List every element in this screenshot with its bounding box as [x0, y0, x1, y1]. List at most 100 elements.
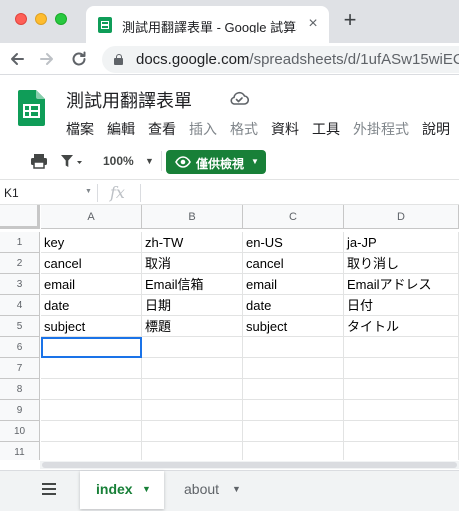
menu-addons[interactable]: 外掛程式 [353, 119, 409, 139]
cell-b9[interactable] [142, 400, 243, 421]
cell-c10[interactable] [243, 421, 344, 442]
column-header-c[interactable]: C [243, 205, 344, 229]
cell-b1[interactable]: zh-TW [142, 232, 243, 253]
cell-b5[interactable]: 標題 [142, 316, 243, 337]
tab-close-icon[interactable]: × [304, 15, 322, 33]
sheet-tab-about[interactable]: about ▼ [168, 471, 258, 509]
window-maximize-button[interactable] [55, 13, 67, 25]
cell-c1[interactable]: en-US [243, 232, 344, 253]
cell-b11[interactable] [142, 442, 243, 460]
menu-view[interactable]: 查看 [148, 119, 176, 139]
cell-b6[interactable] [142, 337, 243, 358]
back-arrow-icon[interactable] [6, 48, 28, 70]
browser-tab-active[interactable]: 測試用翻譯表單 - Google 試算表 × [86, 6, 329, 43]
chevron-down-icon[interactable]: ▼ [142, 471, 151, 507]
spreadsheet-grid[interactable]: A B C D 1 key zh-TW en-US ja-JP 2 cancel 取消 cancel 取り… [0, 205, 459, 460]
cell-d4[interactable]: 日付 [344, 295, 459, 316]
menu-data[interactable]: 資料 [271, 119, 299, 139]
cell-c4[interactable]: date [243, 295, 344, 316]
cell-c6[interactable] [243, 337, 344, 358]
sheets-logo-icon[interactable] [18, 90, 45, 126]
row-header-11[interactable]: 11 [0, 442, 40, 460]
row-header-1[interactable]: 1 [0, 232, 40, 253]
horizontal-scrollbar[interactable] [40, 461, 459, 469]
cell-c9[interactable] [243, 400, 344, 421]
menu-file[interactable]: 檔案 [66, 119, 94, 139]
row-header-7[interactable]: 7 [0, 358, 40, 379]
cell-c5[interactable]: subject [243, 316, 344, 337]
cell-d8[interactable] [344, 379, 459, 400]
cell-b7[interactable] [142, 358, 243, 379]
address-bar[interactable]: docs.google.com/spreadsheets/d/1ufASw15w… [102, 46, 459, 73]
zoom-caret-icon[interactable]: ▼ [145, 152, 154, 170]
all-sheets-menu-icon[interactable] [42, 483, 56, 497]
cell-c11[interactable] [243, 442, 344, 460]
cell-c2[interactable]: cancel [243, 253, 344, 274]
row-header-4[interactable]: 4 [0, 295, 40, 316]
select-all-corner[interactable] [0, 205, 40, 229]
new-tab-button[interactable]: + [340, 9, 360, 31]
cell-a11[interactable] [41, 442, 142, 460]
cell-a8[interactable] [41, 379, 142, 400]
view-only-button[interactable]: 僅供檢視 ▼ [166, 150, 266, 174]
row-header-10[interactable]: 10 [0, 421, 40, 442]
filter-icon[interactable] [59, 152, 83, 170]
cell-d7[interactable] [344, 358, 459, 379]
cell-a7[interactable] [41, 358, 142, 379]
cell-b4[interactable]: 日期 [142, 295, 243, 316]
cell-a1[interactable]: key [41, 232, 142, 253]
cell-d3[interactable]: Emailアドレス [344, 274, 459, 295]
row-header-5[interactable]: 5 [0, 316, 40, 337]
row-header-8[interactable]: 8 [0, 379, 40, 400]
cell-a6[interactable] [41, 337, 142, 358]
menu-help[interactable]: 說明 [422, 119, 450, 139]
menu-format[interactable]: 格式 [230, 119, 258, 139]
menu-edit[interactable]: 編輯 [107, 119, 135, 139]
reload-icon[interactable] [68, 48, 90, 70]
cloud-status-icon[interactable] [229, 91, 250, 105]
row-header-2[interactable]: 2 [0, 253, 40, 274]
document-title[interactable]: 測試用翻譯表單 [66, 87, 192, 113]
name-box[interactable]: K1 [4, 186, 19, 200]
cell-d11[interactable] [344, 442, 459, 460]
name-box-caret-icon[interactable]: ▼ [85, 188, 92, 195]
cell-a2[interactable]: cancel [41, 253, 142, 274]
cell-a4[interactable]: date [41, 295, 142, 316]
window-minimize-button[interactable] [35, 13, 47, 25]
cell-b10[interactable] [142, 421, 243, 442]
cell-d2[interactable]: 取り消し [344, 253, 459, 274]
browser-tab-strip: 測試用翻譯表單 - Google 試算表 × + [0, 0, 459, 43]
forward-arrow-icon[interactable] [36, 48, 58, 70]
row-header-3[interactable]: 3 [0, 274, 40, 295]
cell-b8[interactable] [142, 379, 243, 400]
cell-a9[interactable] [41, 400, 142, 421]
column-header-d[interactable]: D [344, 205, 459, 229]
row-header-9[interactable]: 9 [0, 400, 40, 421]
zoom-select[interactable]: 100% [103, 152, 134, 170]
sheet-tab-index[interactable]: index ▼ [80, 471, 164, 509]
cell-d10[interactable] [344, 421, 459, 442]
cell-d5[interactable]: タイトル [344, 316, 459, 337]
cell-d1[interactable]: ja-JP [344, 232, 459, 253]
chevron-down-icon[interactable]: ▼ [232, 471, 241, 507]
column-header-a[interactable]: A [41, 205, 142, 229]
cell-b3[interactable]: Email信箱 [142, 274, 243, 295]
window-close-button[interactable] [15, 13, 27, 25]
scrollbar-thumb[interactable] [42, 462, 457, 468]
menu-tools[interactable]: 工具 [312, 119, 340, 139]
row-header-6[interactable]: 6 [0, 337, 40, 358]
lock-icon[interactable] [114, 54, 123, 65]
cell-c8[interactable] [243, 379, 344, 400]
cell-d9[interactable] [344, 400, 459, 421]
cell-a5[interactable]: subject [41, 316, 142, 337]
print-icon[interactable] [30, 152, 48, 170]
column-header-b[interactable]: B [142, 205, 243, 229]
cell-c3[interactable]: email [243, 274, 344, 295]
menu-insert[interactable]: 插入 [189, 119, 217, 139]
cell-a10[interactable] [41, 421, 142, 442]
cell-b2[interactable]: 取消 [142, 253, 243, 274]
cell-c7[interactable] [243, 358, 344, 379]
url-text: docs.google.com/spreadsheets/d/1ufASw15w… [136, 51, 459, 68]
cell-d6[interactable] [344, 337, 459, 358]
cell-a3[interactable]: email [41, 274, 142, 295]
